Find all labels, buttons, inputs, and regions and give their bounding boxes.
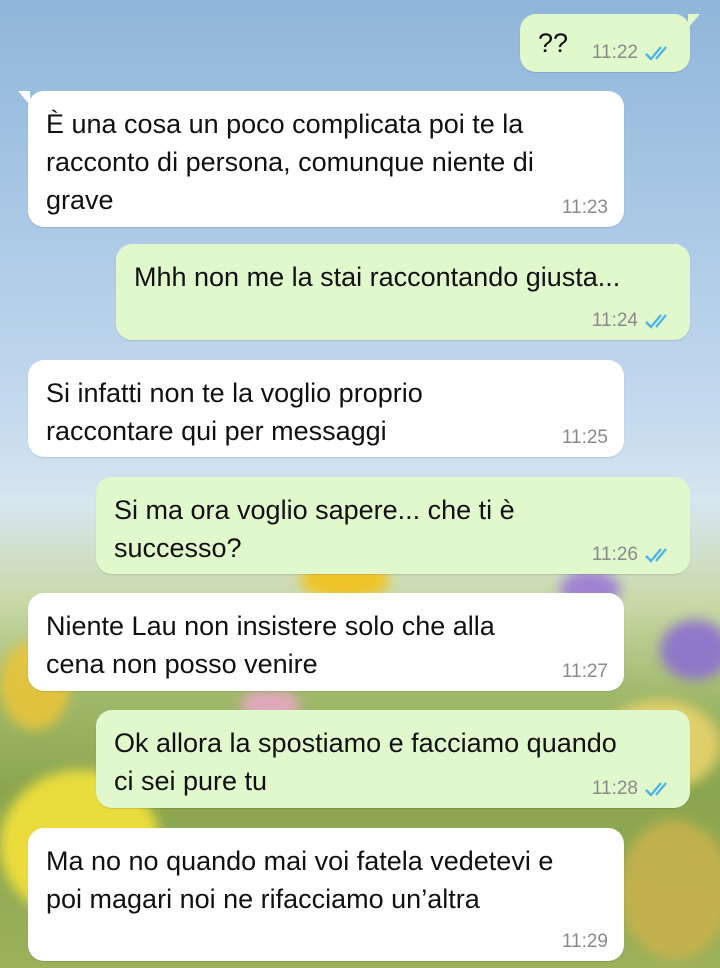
message-meta: 11:26: [592, 544, 674, 566]
message-bubble-incoming[interactable]: Si infatti non te la voglio proprio racc…: [28, 360, 624, 457]
message-meta: 11:24: [592, 310, 674, 332]
message-bubble-outgoing[interactable]: Ok allora la spostiamo e facciamo quando…: [96, 710, 690, 808]
message-meta: 11:28: [592, 778, 674, 800]
message-meta: 11:23: [562, 197, 608, 219]
message-time: 11:28: [591, 778, 638, 799]
message-text: ??: [538, 28, 569, 58]
message-text: Mhh non me la stai raccontando giusta...: [134, 262, 621, 292]
message-text: È una cosa un poco complicata poi te la …: [46, 109, 534, 215]
message-bubble-outgoing[interactable]: Mhh non me la stai raccontando giusta...…: [116, 244, 690, 340]
message-text: Ok allora la spostiamo e facciamo quando…: [114, 728, 617, 796]
read-double-check-icon: [645, 314, 667, 329]
bubble-tail: [688, 14, 700, 28]
message-time: 11:26: [591, 544, 638, 565]
read-double-check-icon: [645, 46, 667, 61]
message-time: 11:24: [591, 310, 638, 331]
read-double-check-icon: [645, 782, 667, 797]
message-meta: 11:29: [562, 931, 608, 953]
message-time: 11:25: [561, 427, 608, 448]
message-text: Niente Lau non insistere solo che alla c…: [46, 611, 495, 679]
message-meta: 11:25: [562, 427, 608, 449]
bubble-tail: [18, 91, 30, 105]
message-meta: 11:22: [592, 42, 674, 64]
read-double-check-icon: [645, 548, 667, 563]
message-text: Ma no no quando mai voi fatela vedetevi …: [46, 846, 554, 914]
message-bubble-incoming[interactable]: Niente Lau non insistere solo che alla c…: [28, 593, 624, 691]
message-time: 11:22: [591, 42, 638, 63]
message-list[interactable]: ?? 11:22 È una cosa un poco complicata p…: [0, 0, 720, 968]
message-bubble-outgoing[interactable]: ?? 11:22: [520, 14, 700, 72]
message-text: Si infatti non te la voglio proprio racc…: [46, 378, 423, 446]
message-meta: 11:27: [562, 661, 608, 683]
message-bubble-incoming[interactable]: È una cosa un poco complicata poi te la …: [18, 91, 624, 227]
message-time: 11:27: [561, 661, 608, 682]
message-bubble-incoming[interactable]: Ma no no quando mai voi fatela vedetevi …: [28, 828, 624, 961]
message-time: 11:23: [561, 197, 608, 218]
message-bubble-outgoing[interactable]: Si ma ora voglio sapere... che ti è succ…: [96, 477, 690, 574]
message-time: 11:29: [561, 931, 608, 952]
message-text: Si ma ora voglio sapere... che ti è succ…: [114, 495, 515, 563]
